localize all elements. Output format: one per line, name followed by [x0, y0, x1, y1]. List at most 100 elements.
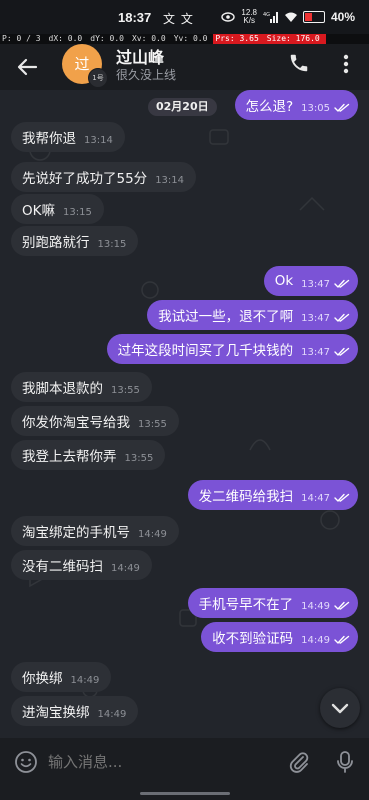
message-text: 别跑路就行	[22, 235, 90, 251]
outgoing-message[interactable]: 过年这段时间买了几千块钱的 13:47	[106, 334, 358, 364]
back-button[interactable]	[14, 54, 40, 80]
message-text: 怎么退?	[245, 99, 294, 115]
message-text: 先说好了成功了55分	[22, 171, 148, 187]
incoming-message[interactable]: 没有二维码扫 14:49	[11, 550, 152, 580]
read-receipt-icon	[334, 103, 350, 112]
message-text: 我帮你退	[22, 131, 76, 147]
message-time: 14:49	[301, 600, 330, 612]
status-time: 18:37	[118, 10, 152, 25]
date-separator: 02月20日	[148, 98, 217, 116]
status-bar: 18:37 文 文 12.8 K/s 4G 40%	[0, 0, 369, 34]
microphone-button[interactable]	[336, 750, 354, 774]
attach-button[interactable]	[288, 750, 310, 774]
more-vertical-icon	[343, 54, 349, 74]
message-time: 13:05	[301, 102, 330, 114]
debug-dx: dX: 0.0	[48, 34, 83, 43]
message-time: 14:49	[70, 674, 100, 686]
read-receipt-icon	[334, 347, 350, 356]
incoming-message[interactable]: 别跑路就行 13:15	[11, 226, 139, 256]
outgoing-message[interactable]: 发二维码给我扫 14:47	[187, 480, 358, 510]
incoming-message[interactable]: 我登上去帮你弄 13:55	[11, 440, 166, 470]
debug-size: Size: 176.0	[264, 34, 326, 44]
arrow-left-icon	[17, 58, 38, 76]
pointer-debug-overlay: P: 0 / 3 dX: 0.0 dY: 0.0 Xv: 0.0 Yv: 0.0…	[0, 34, 369, 44]
message-time: 13:55	[138, 418, 167, 430]
message-time: 14:49	[97, 708, 127, 720]
outgoing-message[interactable]: 收不到验证码 14:49	[201, 622, 358, 652]
outgoing-message[interactable]: 手机号早不在了 14:49	[187, 588, 358, 618]
incoming-message[interactable]: 淘宝绑定的手机号 14:49	[11, 516, 179, 546]
message-time: 14:47	[301, 492, 330, 504]
message-text: 我登上去帮你弄	[22, 449, 117, 465]
message-text: 过年这段时间买了几千块钱的	[117, 343, 294, 359]
chat-header: 过 1号 过山峰 很久没上线	[0, 44, 369, 90]
battery-icon	[302, 11, 325, 23]
message-time: 13:55	[111, 384, 140, 396]
message-list[interactable]: 怎么退? 13:05 我帮你退 13:14 先说好了成功了55分 13:14 OK嘛 13:1…	[0, 90, 369, 738]
net-speed: 12.8 K/s	[241, 9, 257, 25]
contact-status: 很久没上线	[116, 68, 177, 82]
message-composer	[0, 738, 369, 786]
message-text: 发二维码给我扫	[198, 489, 294, 505]
battery-percent: 40%	[330, 10, 355, 24]
notification-icons: 文 文	[163, 12, 194, 26]
message-input[interactable]	[48, 750, 268, 774]
incoming-message[interactable]: 你换绑 14:49	[11, 662, 112, 692]
phone-icon	[290, 54, 308, 72]
message-time: 14:49	[111, 562, 140, 574]
message-text: Ok	[274, 273, 294, 289]
debug-dy: dY: 0.0	[90, 34, 124, 43]
message-time: 13:55	[124, 452, 154, 464]
read-receipt-icon	[334, 279, 350, 288]
message-text: 你发你淘宝号给我	[22, 415, 130, 431]
message-text: 没有二维码扫	[22, 559, 103, 575]
avatar-badge: 1号	[88, 68, 108, 88]
message-text: 收不到验证码	[212, 631, 294, 647]
home-gesture-handle[interactable]	[140, 792, 230, 795]
message-text: 我脚本退款的	[22, 381, 103, 397]
message-text: 我试过一些，退不了啊	[158, 309, 294, 325]
call-button[interactable]	[288, 52, 312, 76]
outgoing-message[interactable]: 我试过一些，退不了啊 13:47	[147, 300, 358, 330]
smiley-icon	[15, 751, 37, 773]
emoji-button[interactable]	[14, 750, 38, 774]
contact-name[interactable]: 过山峰	[116, 44, 164, 68]
message-time: 13:15	[62, 206, 92, 218]
message-text: 淘宝绑定的手机号	[22, 525, 130, 541]
system-nav-bar	[0, 786, 369, 800]
message-time: 14:49	[301, 634, 330, 646]
read-receipt-icon	[334, 601, 350, 610]
incoming-message[interactable]: 进淘宝换绑 14:49	[11, 696, 139, 726]
debug-xv: Xv: 0.0	[131, 34, 166, 43]
outgoing-message[interactable]: Ok 13:47	[263, 266, 358, 296]
incoming-message[interactable]: 我帮你退 13:14	[11, 122, 125, 152]
outgoing-message[interactable]: 怎么退? 13:05	[234, 90, 358, 120]
message-time: 13:47	[301, 278, 330, 290]
message-time: 13:14	[84, 134, 113, 146]
wifi-icon	[284, 12, 297, 22]
read-receipt-icon	[334, 635, 350, 644]
message-text: OK嘛	[22, 203, 55, 219]
incoming-message[interactable]: 你发你淘宝号给我 13:55	[11, 406, 179, 436]
message-text: 手机号早不在了	[198, 597, 294, 613]
message-text: 进淘宝换绑	[22, 705, 90, 721]
debug-p: P: 0 / 3	[2, 34, 41, 43]
status-right-group: 12.8 K/s 4G 40%	[221, 8, 355, 26]
message-text: 你换绑	[22, 671, 63, 687]
microphone-icon	[337, 751, 353, 773]
paperclip-icon	[289, 752, 309, 773]
incoming-message[interactable]: OK嘛 13:15	[11, 194, 104, 224]
incoming-message[interactable]: 我脚本退款的 13:55	[11, 372, 152, 402]
read-receipt-icon	[334, 313, 350, 322]
message-time: 13:47	[301, 346, 330, 358]
more-options-button[interactable]	[336, 52, 356, 76]
message-time: 13:47	[301, 312, 330, 324]
message-time: 14:49	[138, 528, 167, 540]
scroll-down-button[interactable]	[320, 688, 360, 728]
signal-label: 4G	[263, 12, 270, 18]
read-receipt-icon	[334, 493, 350, 502]
message-time: 13:14	[155, 174, 185, 186]
incoming-message[interactable]: 先说好了成功了55分 13:14	[11, 162, 197, 192]
eye-icon	[221, 12, 236, 22]
debug-prs: Prs: 3.65	[213, 34, 265, 44]
